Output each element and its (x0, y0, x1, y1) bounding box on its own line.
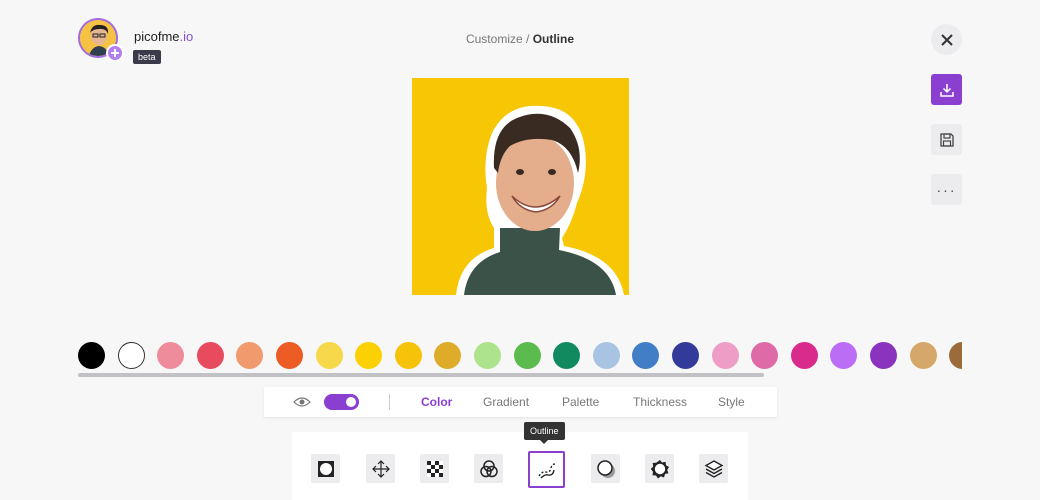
color-swatch[interactable] (909, 342, 937, 369)
add-icon (106, 44, 124, 62)
breadcrumb-separator: / (526, 32, 530, 46)
transparency-icon (426, 460, 443, 477)
outline-tool-button[interactable] (528, 451, 565, 488)
photo-canvas[interactable] (412, 78, 629, 295)
portrait-image (412, 78, 629, 295)
save-icon (939, 132, 954, 147)
breadcrumb-current: Outline (532, 32, 575, 46)
color-swatch[interactable] (751, 342, 779, 369)
color-swatches (78, 341, 962, 371)
color-swatch[interactable] (117, 342, 145, 369)
color-swatch[interactable] (394, 342, 422, 369)
color-swatch[interactable] (513, 342, 541, 369)
eye-icon[interactable] (293, 396, 311, 408)
frame-tool-button[interactable] (311, 454, 340, 483)
layers-tool-button[interactable] (699, 454, 728, 483)
breadcrumb-parent[interactable]: Customize (466, 32, 523, 46)
move-icon (371, 459, 390, 478)
tab-color[interactable]: Color (421, 395, 452, 409)
color-filter-tool-button[interactable] (474, 454, 503, 483)
color-swatch[interactable] (78, 342, 105, 369)
color-swatch[interactable] (434, 342, 462, 369)
color-swatch[interactable] (632, 342, 660, 369)
color-swatch[interactable] (236, 342, 264, 369)
frame-icon (317, 460, 334, 477)
visibility-toggle[interactable] (324, 394, 359, 410)
color-swatch[interactable] (355, 342, 383, 369)
color-swatch[interactable] (553, 342, 581, 369)
color-swatch[interactable] (592, 342, 620, 369)
download-button[interactable] (931, 74, 962, 105)
divider (389, 394, 390, 410)
outline-tooltip: Outline (524, 422, 565, 444)
close-button[interactable] (931, 24, 962, 55)
tab-palette[interactable]: Palette (562, 395, 599, 409)
color-swatch[interactable] (711, 342, 739, 369)
outline-tab-bar: Color Gradient Palette Thickness Style (264, 387, 777, 417)
tool-panel (292, 432, 748, 500)
color-swatch[interactable] (790, 342, 818, 369)
swatches-scrollbar[interactable] (78, 373, 764, 377)
color-filter-icon (479, 459, 498, 477)
layers-icon (704, 459, 723, 478)
color-swatch[interactable] (870, 342, 897, 369)
color-swatch[interactable] (830, 342, 858, 369)
breadcrumb: Customize / Outline (0, 32, 1040, 46)
download-icon (939, 83, 954, 97)
save-button[interactable] (931, 124, 962, 155)
toggle-knob (346, 397, 356, 407)
color-swatch[interactable] (949, 342, 962, 369)
color-swatch[interactable] (157, 342, 185, 369)
color-swatch[interactable] (672, 342, 699, 369)
color-swatch[interactable] (196, 342, 224, 369)
tab-thickness[interactable]: Thickness (633, 395, 687, 409)
tab-gradient[interactable]: Gradient (483, 395, 529, 409)
move-tool-button[interactable] (366, 454, 395, 483)
badge-icon (650, 459, 669, 478)
beta-badge: beta (133, 50, 161, 64)
transparency-tool-button[interactable] (420, 454, 449, 483)
shadow-tool-button[interactable] (591, 454, 620, 483)
outline-icon (537, 462, 555, 479)
color-swatch[interactable] (276, 342, 303, 369)
shadow-icon (596, 459, 615, 478)
tab-style[interactable]: Style (718, 395, 745, 409)
close-icon (940, 33, 953, 46)
badge-tool-button[interactable] (645, 454, 674, 483)
color-swatch[interactable] (315, 342, 343, 369)
color-swatch[interactable] (474, 342, 501, 369)
more-options-button[interactable]: ··· (931, 174, 962, 205)
